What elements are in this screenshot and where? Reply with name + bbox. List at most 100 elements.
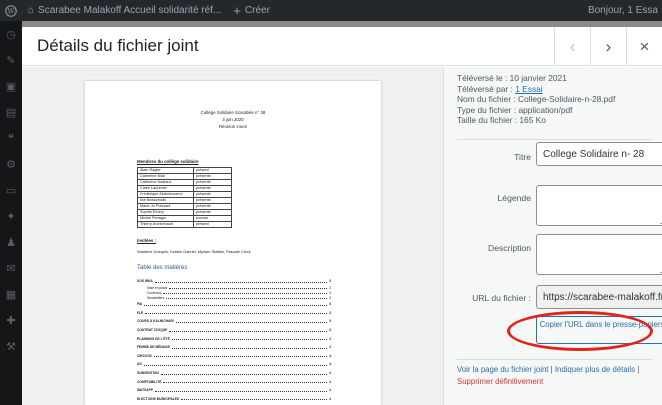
members-heading: Membres du collège solidaire [137, 159, 199, 164]
toc-entry-label: SUBVENTION [137, 371, 159, 376]
file-url-input[interactable]: https://scarabee-malakoff.fr [536, 285, 662, 309]
toc-heading: Table des matières [137, 265, 188, 271]
file-url-label: URL du fichier : [472, 293, 531, 303]
admin-bar: W ⌂ Scarabee Malakoff Accueil solidarité… [0, 0, 662, 21]
toc-leader [163, 291, 328, 295]
toc-entry-page: 4 [329, 396, 331, 401]
admin-menu: ◷ ✎ ▣ ▤ ❝ ⚙ ▭ ✦ ♟ ✉ ▦ ✚ ⚒ [0, 21, 22, 405]
wordpress-logo-icon[interactable]: W [0, 0, 22, 21]
chat-icon[interactable]: ▭ [0, 177, 22, 203]
member-name: Thierry Archimbault [137, 221, 194, 228]
description-textarea[interactable] [536, 234, 662, 275]
toc-leader [166, 296, 328, 300]
svg-text:W: W [7, 7, 15, 15]
close-modal-button[interactable]: × [626, 27, 662, 66]
uploaded-by-link[interactable]: 1 Essai [515, 84, 542, 94]
site-name-label: Scarabee Malakoff Accueil solidarité réf… [38, 5, 222, 16]
toc-entry-label: COMPTABILITÉ [137, 379, 162, 384]
toc-entry-label: Contenus [147, 290, 162, 295]
mail-icon[interactable]: ✉ [0, 255, 22, 281]
toc-entry: PAI 3 [137, 300, 331, 309]
toc-entry-label: CIRCUSX [137, 353, 152, 358]
toc-entry-page: 3 [329, 279, 331, 284]
view-attachment-page-link[interactable]: Voir la page du fichier joint [457, 365, 548, 374]
toc-entry-label: FEMME DE MÉNAGE [137, 345, 170, 350]
edit-more-details-link[interactable]: Indiquer plus de détails [555, 365, 635, 374]
site-name-link[interactable]: ⌂ Scarabee Malakoff Accueil solidarité r… [22, 5, 227, 16]
toc-leader [154, 280, 328, 283]
toc-entry-label: SOS WKA [137, 279, 153, 284]
toc-entry-page: 3 [329, 328, 331, 333]
title-label: Titre [514, 152, 531, 162]
chevron-right-icon: › [605, 36, 612, 56]
tools-icon[interactable]: ✚ [0, 307, 22, 333]
members-table: Alain Ragler présent Catherine Bilal présen… [137, 167, 232, 228]
users-icon[interactable]: ♟ [0, 229, 22, 255]
toc-entry: COMPTABILITÉ 4 [137, 377, 331, 386]
toc-entry-label: WATSAPP [137, 388, 154, 393]
toc-entry-page: 4 [329, 379, 331, 384]
toc-entry-label: PAI [137, 302, 143, 307]
toc-entry-label: Mise en place [147, 285, 168, 290]
toc-leader [175, 320, 328, 323]
toc-entry-page: 4 [329, 388, 331, 393]
toc-entry-page: 3 [329, 302, 331, 307]
uploaded-by: Téléversé par : 1 Essai [457, 84, 615, 95]
toc-entry: AG 4 [137, 360, 331, 369]
toc-entry-page: 3 [329, 310, 331, 315]
attachment-actions: Voir la page du fichier joint | Indiquer… [457, 364, 662, 388]
member-status: présent [193, 221, 232, 228]
dashboard-icon[interactable]: ◷ [0, 21, 22, 47]
document-date: 3 juin 2020 [222, 117, 244, 122]
pages-icon[interactable]: ▤ [0, 99, 22, 125]
previous-attachment-button[interactable]: ‹ [554, 27, 590, 66]
close-icon: × [639, 36, 650, 56]
media-icon[interactable]: ▣ [0, 73, 22, 99]
toc-entry-page: 3 [329, 336, 331, 341]
toc-leader [160, 372, 328, 375]
invites-heading: Invitées : [137, 238, 157, 243]
chevron-left-icon: ‹ [569, 36, 576, 56]
toc-entry-page: 3 [329, 290, 331, 295]
wrench-icon[interactable]: ⚒ [0, 333, 22, 359]
document-meeting: Réunion zoom [218, 124, 248, 129]
toc-entry-page: 3 [329, 285, 331, 290]
delete-permanently-link[interactable]: Supprimer définitivement [457, 377, 543, 386]
account-greeting[interactable]: Bonjour, 1 Essa [588, 0, 658, 21]
new-content-button[interactable]: + Créer [227, 3, 276, 18]
toc-entry: CIRCUSX 4 [137, 352, 331, 361]
toc-entry: FEMME DE MÉNAGE 3 [137, 343, 331, 352]
pdf-page: Collège Solidaire Scarabée n° 28 3 juin … [85, 81, 381, 405]
uploaded-on: Téléversé le : 10 janvier 2021 [457, 73, 567, 83]
toc-leader [169, 286, 328, 290]
document-preview[interactable]: Collège Solidaire Scarabée n° 28 3 juin … [22, 67, 443, 405]
toc-entry: CONTRAT CIVIQUE 3 [137, 326, 331, 335]
divider [457, 139, 653, 140]
file-size: Taille du fichier : 165 Ko [457, 115, 546, 126]
toc-leader [145, 311, 328, 315]
next-attachment-button[interactable]: › [590, 27, 626, 66]
title-input[interactable]: College Solidaire n- 28 [536, 142, 662, 166]
caption-textarea[interactable] [536, 185, 662, 226]
toc-leader [153, 354, 328, 358]
plugins-icon[interactable]: ✦ [0, 203, 22, 229]
toc-entry-page: 4 [329, 371, 331, 376]
description-label: Description [488, 243, 531, 253]
attachment-details-modal: Détails du fichier joint ‹ › × Collège S… [22, 27, 662, 405]
toc-entry-page: 4 [329, 362, 331, 367]
invites-list: Sandrine Dosquin, Katalin Gabriel, Myria… [137, 249, 251, 254]
document-title: Collège Solidaire Scarabée n° 28 [200, 110, 266, 115]
toc-leader [163, 380, 328, 384]
comments-icon[interactable]: ❝ [0, 125, 22, 151]
toc-entry-label: FLE [137, 310, 144, 315]
toc-entry: PLANNING DE L'ÉTÉ 3 [137, 334, 331, 343]
pin-icon[interactable]: ✎ [0, 47, 22, 73]
settings-icon[interactable]: ⚙ [0, 151, 22, 177]
toc-entry-label: COURS À KALNICHARI [137, 319, 174, 324]
copy-url-button[interactable]: Copier l'URL dans le presse-papiers [536, 316, 662, 344]
toc-leader [144, 303, 328, 306]
modal-header: Détails du fichier joint ‹ › × [22, 27, 662, 66]
toc-leader [169, 329, 328, 332]
file-metadata: Téléversé le : 10 janvier 2021 Téléversé… [457, 73, 615, 126]
forms-icon[interactable]: ▦ [0, 281, 22, 307]
